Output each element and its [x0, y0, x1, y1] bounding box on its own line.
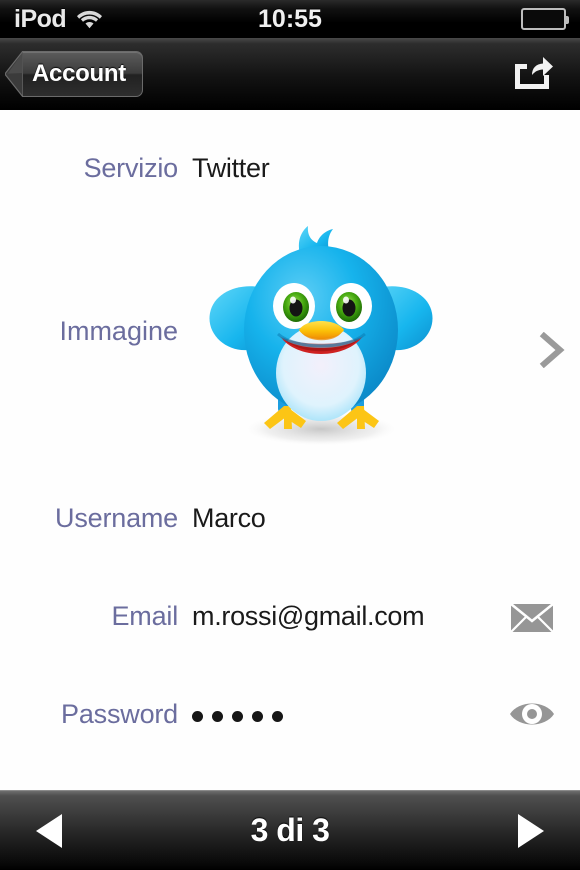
previous-button[interactable] [28, 807, 76, 855]
twitter-bird-avatar[interactable] [196, 210, 446, 460]
password-label: Password [61, 698, 178, 729]
servizio-label: Servizio [83, 152, 179, 183]
password-value-dots [192, 707, 283, 722]
immagine-label: Immagine [59, 316, 178, 346]
eye-icon[interactable] [506, 688, 558, 740]
chevron-right-icon[interactable] [536, 331, 566, 369]
share-icon [511, 51, 553, 96]
status-bar-right [521, 8, 569, 30]
iphone-screen: iPod 10:55 Account Servizio Twitter Imma… [0, 0, 580, 870]
back-arrow-icon [4, 48, 24, 99]
page-indicator: 3 di 3 [250, 812, 330, 848]
email-label: Email [111, 600, 178, 631]
field-row-username: Username Marco [0, 492, 580, 544]
bottom-toolbar: 3 di 3 [0, 790, 580, 870]
share-button[interactable] [506, 50, 558, 98]
navigation-bar: Account [0, 38, 580, 110]
field-row-servizio: Servizio Twitter [0, 142, 580, 194]
servizio-value: Twitter [192, 152, 270, 183]
field-row-password: Password [0, 688, 580, 740]
username-label: Username [55, 502, 178, 533]
envelope-icon[interactable] [506, 590, 558, 642]
email-value: m.rossi@gmail.com [192, 600, 425, 631]
back-button[interactable]: Account [4, 48, 143, 99]
field-row-email: Email m.rossi@gmail.com [0, 590, 580, 642]
battery-icon [521, 8, 569, 30]
status-bar: iPod 10:55 [0, 0, 580, 38]
next-button[interactable] [504, 807, 552, 855]
clock-label: 10:55 [258, 4, 322, 33]
account-detail-form: Servizio Twitter Immagine Username Marco… [0, 110, 580, 790]
username-value: Marco [192, 502, 266, 533]
back-button-label: Account [32, 59, 126, 87]
